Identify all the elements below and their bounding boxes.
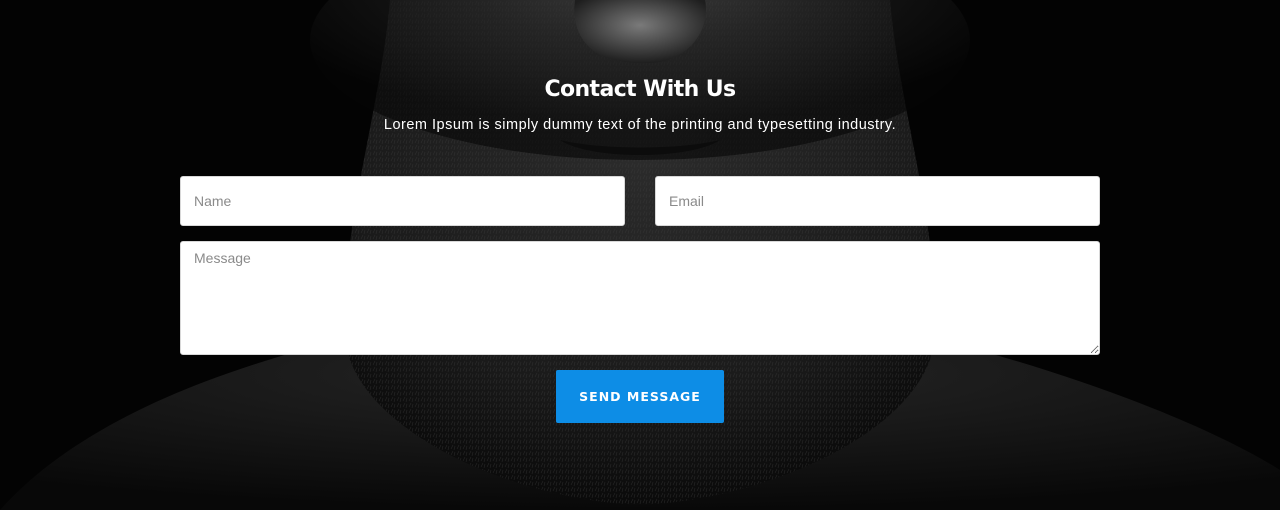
message-textarea[interactable] bbox=[180, 241, 1100, 355]
contact-content: Contact With Us Lorem Ipsum is simply du… bbox=[0, 0, 1280, 510]
send-message-button[interactable]: SEND MESSAGE bbox=[556, 370, 724, 423]
section-title: Contact With Us bbox=[544, 77, 736, 102]
section-subtitle: Lorem Ipsum is simply dummy text of the … bbox=[383, 117, 897, 133]
email-input[interactable] bbox=[655, 176, 1100, 226]
name-input[interactable] bbox=[180, 176, 625, 226]
contact-section: Contact With Us Lorem Ipsum is simply du… bbox=[0, 0, 1280, 510]
